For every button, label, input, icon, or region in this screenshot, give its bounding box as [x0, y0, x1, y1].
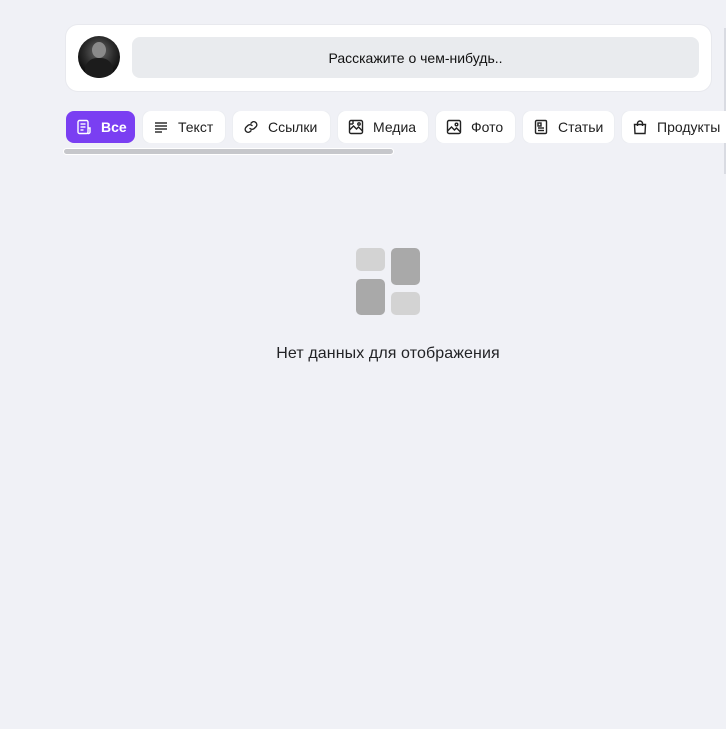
avatar-body [85, 58, 113, 78]
link-icon [243, 119, 259, 135]
article-icon [533, 119, 549, 135]
tabs-scrollbar[interactable] [64, 149, 393, 154]
photo-icon [446, 119, 462, 135]
tab-media[interactable]: Медиа [338, 111, 428, 143]
tab-label: Фото [471, 119, 504, 135]
empty-grid-tile [391, 248, 420, 285]
media-icon [348, 119, 364, 135]
text-lines-icon [153, 119, 169, 135]
content-filter-tabs: Все Текст Ссылки Медиа Фото Статьи Проду… [66, 111, 726, 143]
empty-grid-tile [356, 279, 385, 315]
shopping-bag-icon [632, 119, 648, 135]
empty-grid-tile [391, 292, 420, 315]
empty-grid-tile [356, 248, 385, 271]
tab-label: Текст [178, 119, 214, 135]
avatar-head [92, 42, 106, 58]
tab-label: Статьи [558, 119, 604, 135]
tab-label: Ссылки [268, 119, 318, 135]
tab-articles[interactable]: Статьи [523, 111, 614, 143]
tab-links[interactable]: Ссылки [233, 111, 330, 143]
tab-label: Продукты [657, 119, 721, 135]
feed-icon [76, 119, 92, 135]
feed-page: Расскажите о чем-нибудь.. Все Текст Ссыл… [0, 0, 726, 729]
empty-grid-icon [356, 248, 420, 316]
empty-state-message: Нет данных для отображения [276, 345, 500, 362]
tab-all[interactable]: Все [66, 111, 135, 143]
tab-text[interactable]: Текст [143, 111, 225, 143]
tab-label: Все [101, 119, 127, 135]
tab-products[interactable]: Продукты [622, 111, 726, 143]
post-composer: Расскажите о чем-нибудь.. [66, 25, 711, 91]
tab-photo[interactable]: Фото [436, 111, 515, 143]
avatar[interactable] [78, 36, 120, 78]
post-input[interactable]: Расскажите о чем-нибудь.. [132, 37, 699, 78]
tab-label: Медиа [373, 119, 417, 135]
